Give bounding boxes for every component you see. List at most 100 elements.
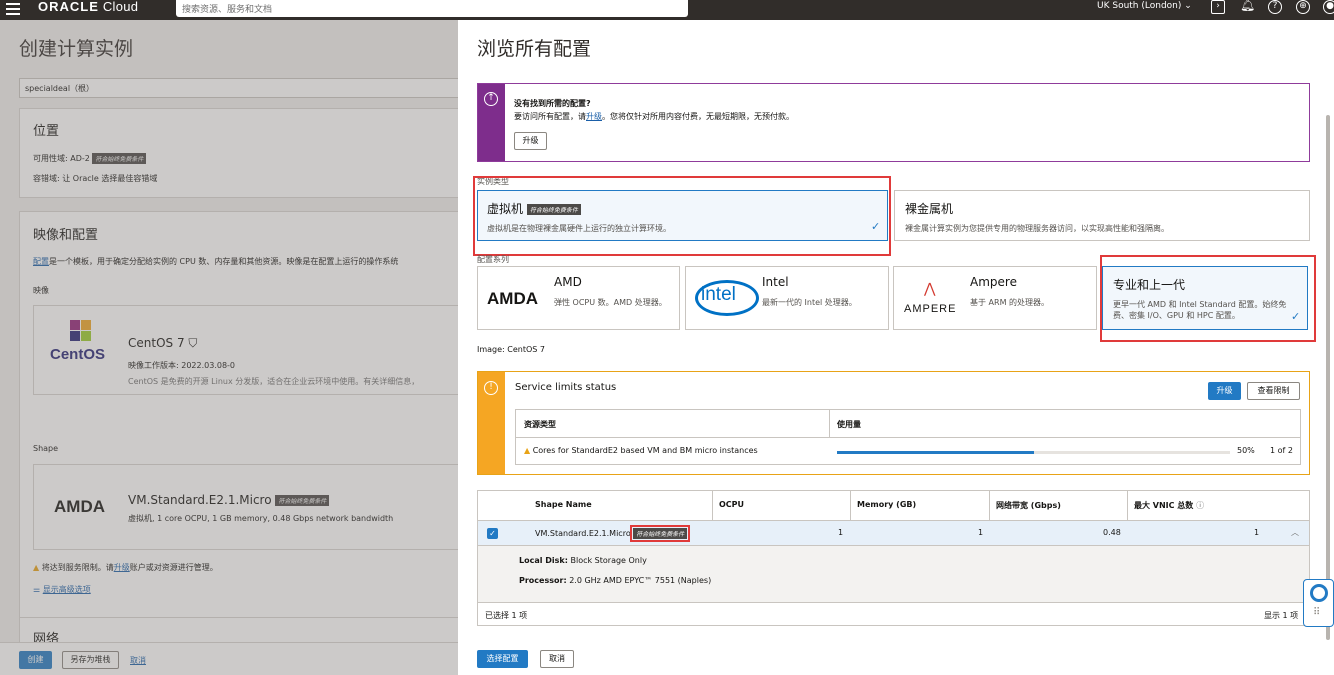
shape-doc-link[interactable]: 配置	[33, 257, 49, 266]
table-row: ▲ Cores for StandardE2 based VM and BM m…	[524, 446, 758, 455]
shape-intro: 配置是一个模板，用于确定分配给实例的 CPU 数、内存量和其他资源。映像是在配置…	[33, 257, 399, 266]
help-widget[interactable]: ⠿	[1303, 579, 1334, 627]
cloud-shell-icon[interactable]: ›	[1211, 0, 1225, 14]
ampere-logo: AMPERE	[904, 303, 957, 315]
help-icon[interactable]: ?	[1268, 0, 1282, 14]
upgrade-link[interactable]: 升级	[114, 563, 130, 572]
column-divider	[829, 410, 830, 437]
panel-cancel-button[interactable]: 取消	[540, 650, 574, 668]
local-disk: Local Disk: Block Storage Only	[519, 556, 647, 565]
panel-title: 浏览所有配置	[477, 38, 592, 60]
shield-icon: ⛉	[188, 336, 198, 350]
language-globe-icon[interactable]: ⊕	[1296, 0, 1310, 14]
hamburger-menu-icon[interactable]	[6, 3, 20, 15]
series-amd-title: AMD	[554, 275, 582, 289]
shape-details: Local Disk: Block Storage Only Processor…	[478, 546, 1309, 602]
highlight-box	[1100, 255, 1316, 342]
always-free-badge: 符合始终免费条件	[630, 525, 691, 542]
column-bandwidth: 网络带宽 (Gbps)	[996, 501, 1061, 510]
warning-accent-bar: !	[478, 372, 505, 474]
exclamation-circle-icon: !	[484, 381, 498, 395]
collapse-chevron-icon[interactable]: ︿	[1291, 527, 1299, 538]
series-intel[interactable]: intel Intel 最新一代的 Intel 处理器。	[685, 266, 889, 330]
column-divider	[712, 491, 713, 520]
highlight-box	[473, 176, 891, 256]
show-advanced-options[interactable]: ⚌ 显示高级选项	[33, 584, 91, 595]
shape-name-cell: VM.Standard.E2.1.Micro 符合始终免费条件	[535, 525, 691, 542]
compartment-field[interactable]: specialdeal（根）	[19, 78, 458, 98]
info-icon[interactable]: ⓘ	[1196, 501, 1204, 510]
series-intel-title: Intel	[762, 275, 789, 289]
region-selector[interactable]: UK South (London) ⌄	[1097, 1, 1192, 11]
top-navigation-bar: ORACLE Cloud 搜索资源、服务和文档 UK South (London…	[0, 0, 1334, 20]
shape-card[interactable]: AMDA VM.Standard.E2.1.Micro 符合始终免费条件 虚拟机…	[33, 464, 458, 550]
placement-section: 位置 可用性域: AD-2 符合始终免费条件 容错域: 让 Oracle 选择最…	[19, 108, 458, 198]
lifebuoy-icon	[1310, 584, 1328, 602]
notice-accent-bar: ↑	[478, 84, 505, 161]
settings-sliders-icon: ⚌	[33, 585, 41, 594]
selected-count: 已选择 1 项	[485, 611, 528, 620]
series-ampere-title: Ampere	[970, 275, 1017, 289]
service-limits-panel: ! Service limits status 升级 查看限制 资源类型 使用量…	[477, 371, 1310, 475]
row-divider	[516, 437, 1300, 438]
shape-name: VM.Standard.E2.1.Micro 符合始终免费条件	[128, 493, 330, 507]
profile-avatar-icon[interactable]: ●	[1323, 0, 1334, 14]
placement-title: 位置	[33, 124, 60, 139]
always-free-badge: 符合始终免费条件	[92, 153, 147, 164]
service-limit-warning: ▲ 将达到服务限制。请升级账户或对资源进行管理。	[33, 563, 218, 572]
notice-heading: 没有找到所需的配置?	[514, 99, 591, 108]
instance-type-bare-metal[interactable]: 裸金属机 裸金属计算实例为您提供专用的物理服务器访问，以实现高性能和强隔离。	[894, 190, 1310, 241]
processor: Processor: 2.0 GHz AMD EPYC™ 7551 (Naple…	[519, 576, 712, 585]
column-divider	[989, 491, 990, 520]
usage-count: 1 of 2	[1270, 446, 1293, 455]
ampere-logo-icon: ⋀	[924, 281, 936, 297]
create-button[interactable]: 创建	[19, 651, 52, 669]
notice-upgrade-button[interactable]: 升级	[514, 132, 547, 150]
service-upgrade-button[interactable]: 升级	[1208, 382, 1241, 400]
usage-percent: 50%	[1237, 446, 1255, 455]
showing-count: 显示 1 项	[1264, 611, 1299, 620]
intel-logo: intel	[701, 284, 736, 305]
column-max-vnics: 最大 VNIC 总数 ⓘ	[1134, 501, 1205, 510]
shape-label: Shape	[33, 444, 59, 453]
shape-description: 虚拟机, 1 core OCPU, 1 GB memory, 0.48 Gbps…	[128, 514, 394, 523]
oracle-cloud-logo[interactable]: ORACLE Cloud	[38, 0, 138, 14]
vnic-cell: 1	[1254, 528, 1260, 537]
cancel-link[interactable]: 取消	[130, 655, 146, 666]
select-shape-button[interactable]: 选择配置	[477, 650, 528, 668]
bare-metal-title: 裸金属机	[905, 202, 954, 216]
drag-handle-icon[interactable]: ⠿	[1313, 607, 1321, 618]
row-divider	[478, 602, 1309, 603]
image-card[interactable]: CentOS CentOS 7 ⛉ 映像工作版本: 2022.03.08-0 C…	[33, 305, 458, 395]
series-intel-description: 最新一代的 Intel 处理器。	[762, 298, 857, 307]
availability-domain: 可用性域: AD-2 符合始终免费条件	[33, 153, 147, 164]
selected-image: Image: CentOS 7	[477, 345, 546, 354]
amd-logo: AMDA	[54, 497, 105, 516]
usage-progress-bar	[837, 451, 1230, 454]
notice-upgrade-link[interactable]: 升级	[586, 112, 602, 121]
series-ampere-description: 基于 ARM 的处理器。	[970, 298, 1050, 307]
always-free-badge: 符合始终免费条件	[275, 495, 330, 506]
create-instance-page: 创建计算实例 specialdeal（根） 位置 可用性域: AD-2 符合始终…	[0, 20, 458, 675]
column-resource-type: 资源类型	[524, 420, 556, 429]
image-build: 映像工作版本: 2022.03.08-0	[128, 361, 236, 370]
bare-metal-description: 裸金属计算实例为您提供专用的物理服务器访问，以实现高性能和强隔离。	[905, 224, 1169, 233]
series-amd[interactable]: AMDA AMD 弹性 OCPU 数。AMD 处理器。	[477, 266, 680, 330]
global-search-input[interactable]: 搜索资源、服务和文档	[176, 0, 688, 17]
shapes-table: Shape Name OCPU Memory (GB) 网络带宽 (Gbps) …	[477, 490, 1310, 626]
page-footer: 创建 另存为堆栈 取消	[0, 642, 458, 675]
table-row[interactable]: ✓ VM.Standard.E2.1.Micro 符合始终免费条件 1 1 0.…	[478, 520, 1309, 546]
browse-shapes-panel: 浏览所有配置 ↑ 没有找到所需的配置? 要访问所有配置，请升级。您将仅针对所用内…	[458, 20, 1334, 675]
arrow-up-circle-icon: ↑	[484, 92, 498, 106]
view-limits-button[interactable]: 查看限制	[1247, 382, 1300, 400]
row-checkbox[interactable]: ✓	[487, 528, 498, 539]
save-as-stack-button[interactable]: 另存为堆栈	[62, 651, 119, 669]
column-divider	[1127, 491, 1128, 520]
centos-wordmark: CentOS	[50, 346, 106, 363]
series-ampere[interactable]: ⋀ AMPERE Ampere 基于 ARM 的处理器。	[893, 266, 1097, 330]
panel-scrollbar[interactable]	[1326, 115, 1330, 640]
ocpu-cell: 1	[838, 528, 844, 537]
page-title: 创建计算实例	[19, 38, 134, 60]
centos-logo-icon	[70, 320, 92, 342]
bell-icon[interactable]: 🔔︎	[1240, 0, 1255, 14]
